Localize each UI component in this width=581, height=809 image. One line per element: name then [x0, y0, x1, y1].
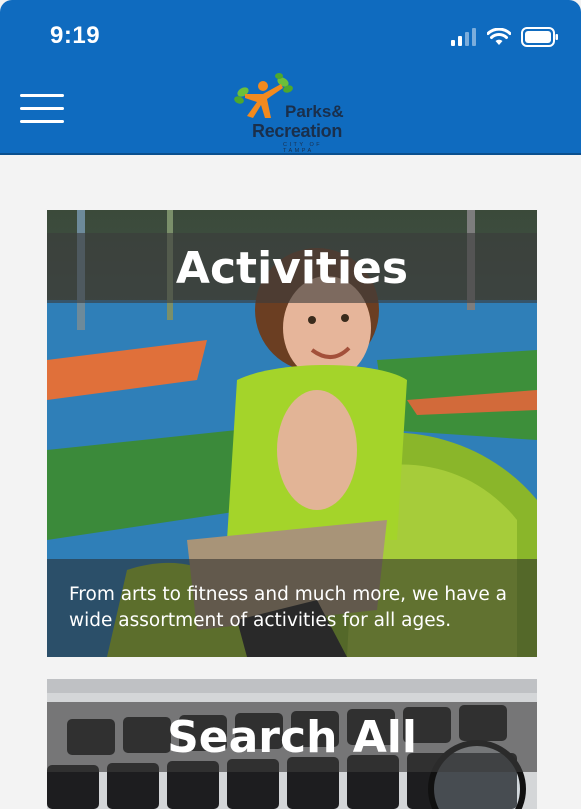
status-time: 9:19 [50, 22, 101, 49]
hamburger-menu-icon[interactable] [20, 94, 64, 124]
logo-text-parks: Parks& [285, 102, 344, 121]
battery-icon [521, 27, 558, 47]
parks-recreation-logo[interactable]: Parks& Recreation CITY OF TAMPA [233, 72, 353, 154]
activities-card[interactable]: Activities From arts to fitness and much… [47, 210, 537, 657]
search-all-title: Search All [167, 711, 417, 763]
search-all-title-band: Search All [47, 702, 537, 772]
logo-figure-icon [234, 73, 293, 118]
activities-title: Activities [175, 242, 409, 294]
activities-description: From arts to fitness and much more, we h… [69, 584, 507, 631]
app-header: 9:19 Parks& Recreation CITY OF TAMPA [0, 0, 581, 155]
status-icons [451, 26, 559, 48]
logo-text-city: CITY OF TAMPA [283, 142, 323, 154]
wifi-icon [487, 28, 511, 45]
signal-icon [451, 28, 476, 46]
activities-title-band: Activities [47, 233, 537, 303]
activities-description-band: From arts to fitness and much more, we h… [47, 559, 537, 657]
search-all-card[interactable]: Search All [47, 679, 537, 809]
logo-text-recreation: Recreation [252, 121, 343, 141]
